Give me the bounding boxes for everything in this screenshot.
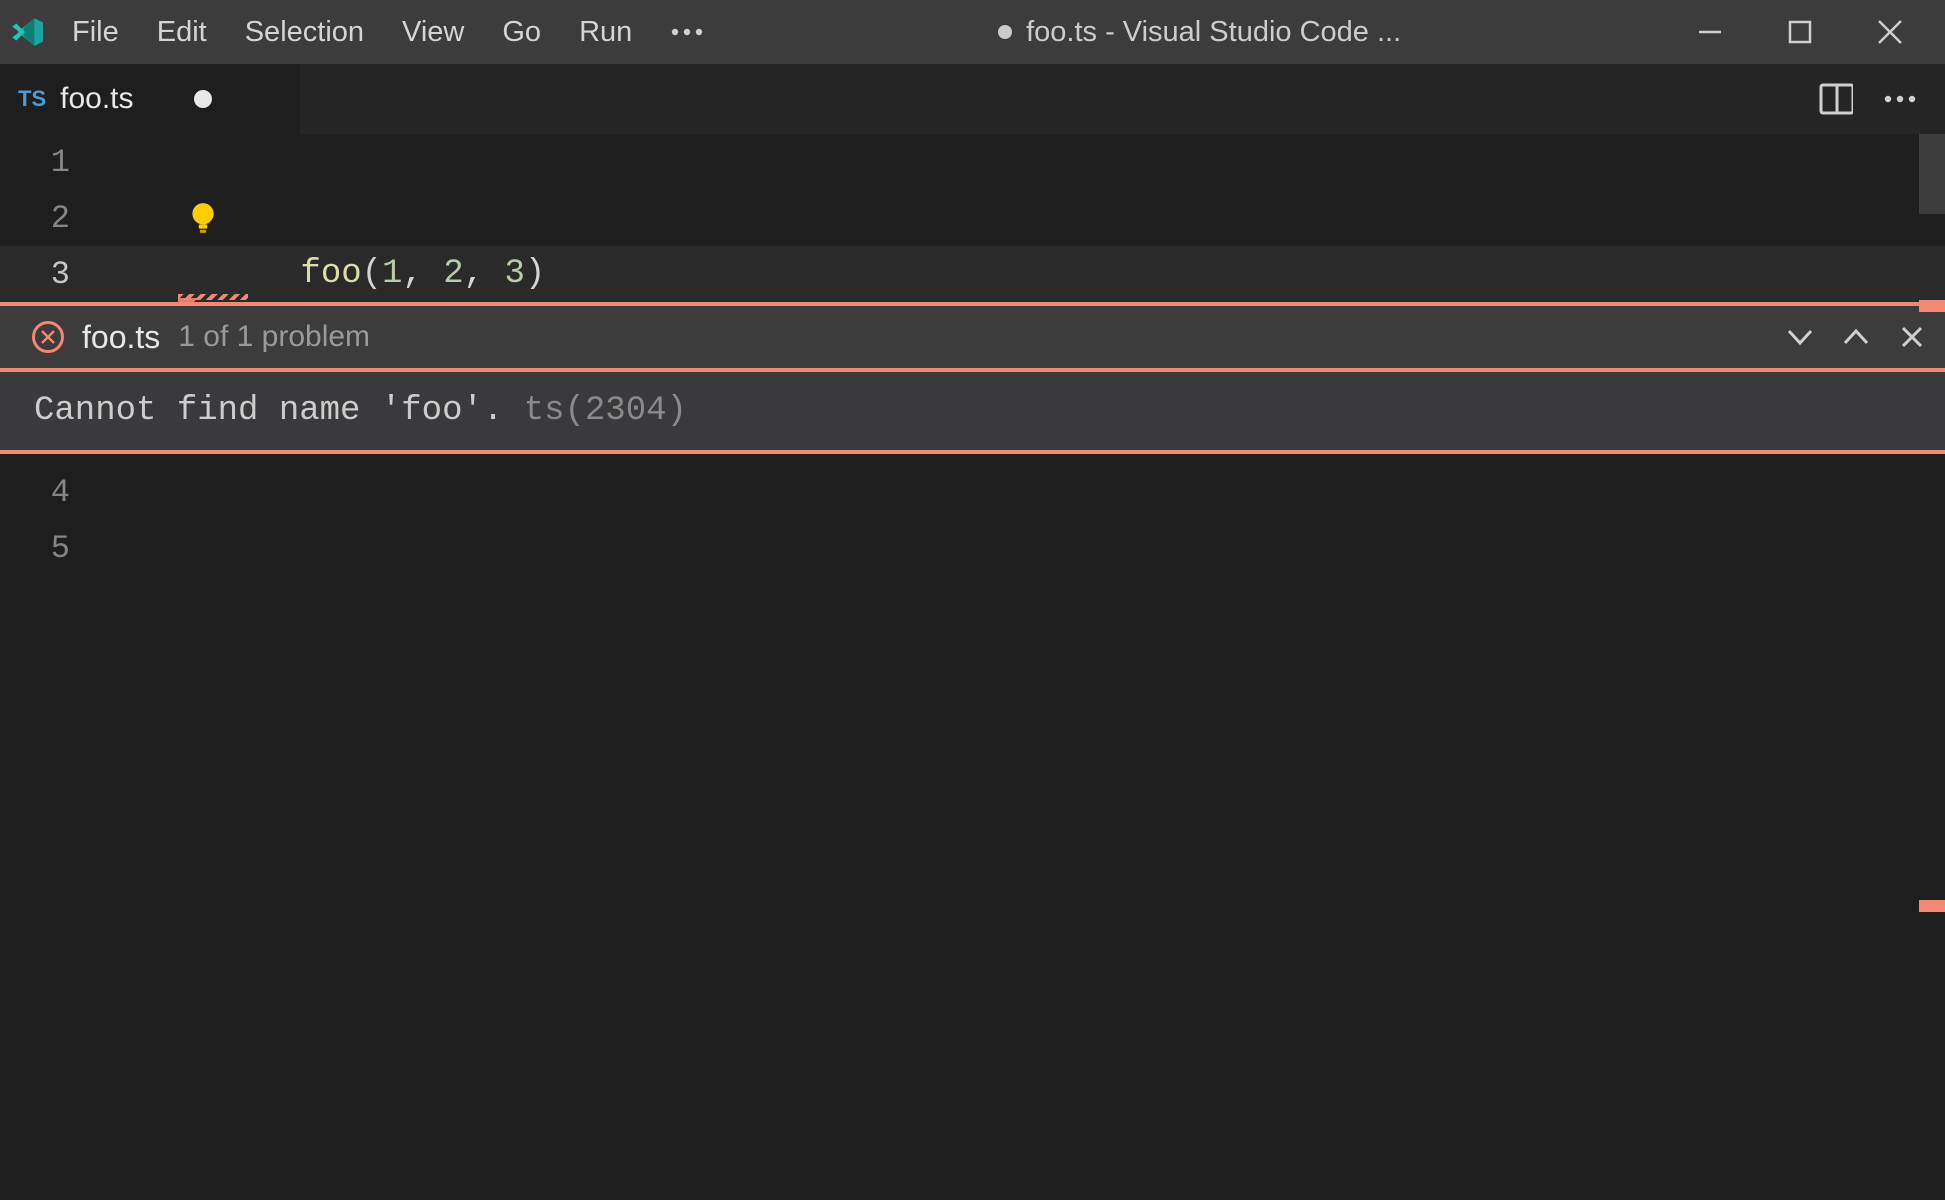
token-function: foo [300,255,361,293]
window-controls [1695,17,1945,47]
close-button[interactable] [1875,17,1905,47]
split-editor-icon[interactable] [1819,82,1853,116]
token-number: 3 [504,255,524,293]
overview-error-marker[interactable] [1919,900,1945,912]
problem-file: foo.ts [82,319,160,356]
next-problem-icon[interactable] [1783,320,1817,354]
window-title: foo.ts - Visual Studio Code ... [704,16,1695,49]
gutter-line-number: 2 [0,200,90,237]
token-punct: ( [362,255,382,293]
tab-dirty-indicator-icon [194,90,212,108]
token-punct: ) [525,255,545,293]
editor-toolbar [1819,64,1945,134]
dirty-indicator-icon [998,25,1012,39]
token-number: 1 [382,255,402,293]
scrollbar-thumb[interactable] [1919,134,1945,214]
error-icon [32,321,64,353]
token-number: 2 [443,255,463,293]
editor-line[interactable]: 3 foo(1, 2, 3) [0,246,1945,302]
gutter-line-number: 4 [0,474,90,511]
editor-line[interactable]: 5 [0,520,1945,576]
problem-error-code: ts(2304) [524,392,687,430]
overview-error-marker[interactable] [1919,300,1945,312]
window-title-text: foo.ts - Visual Studio Code ... [1026,16,1401,49]
menu-file[interactable]: File [72,16,119,49]
editor-line[interactable]: 1 [0,134,1945,190]
tab-filename: foo.ts [60,82,133,116]
editor-line[interactable]: 4 [0,464,1945,520]
title-bar: File Edit Selection View Go Run foo.ts -… [0,0,1945,64]
typescript-file-icon: TS [18,86,46,112]
problem-count: 1 of 1 problem [178,320,370,354]
code-editor[interactable]: 1 2 3 foo(1, 2, 3) foo.ts 1 of 1 problem [0,134,1945,576]
problem-message: Cannot find name 'foo'. ts(2304) [0,372,1945,450]
menu-view[interactable]: View [402,16,464,49]
close-peek-icon[interactable] [1895,320,1929,354]
more-actions-icon[interactable] [1883,82,1917,116]
problem-message-text: Cannot find name 'foo'. [34,392,524,430]
menu-bar: File Edit Selection View Go Run [72,15,704,49]
token-punct: , [464,255,505,293]
menu-go[interactable]: Go [502,16,541,49]
token-punct: , [402,255,443,293]
gutter-line-number: 5 [0,530,90,567]
gutter-line-number: 1 [0,144,90,181]
vscode-logo-icon [10,15,44,49]
minimize-button[interactable] [1695,17,1725,47]
prev-problem-icon[interactable] [1839,320,1873,354]
gutter-line-number: 3 [0,256,90,293]
editor-tab[interactable]: TS foo.ts [0,64,300,134]
maximize-button[interactable] [1785,17,1815,47]
menu-selection[interactable]: Selection [245,16,364,49]
menu-edit[interactable]: Edit [157,16,207,49]
problem-peek-header: foo.ts 1 of 1 problem [0,306,1945,372]
tab-bar: TS foo.ts [0,64,1945,134]
problem-peek-actions [1783,320,1929,354]
menu-run[interactable]: Run [579,16,632,49]
problem-peek-widget: foo.ts 1 of 1 problem Cannot find name '… [0,302,1945,454]
menu-more-icon[interactable] [670,15,704,49]
